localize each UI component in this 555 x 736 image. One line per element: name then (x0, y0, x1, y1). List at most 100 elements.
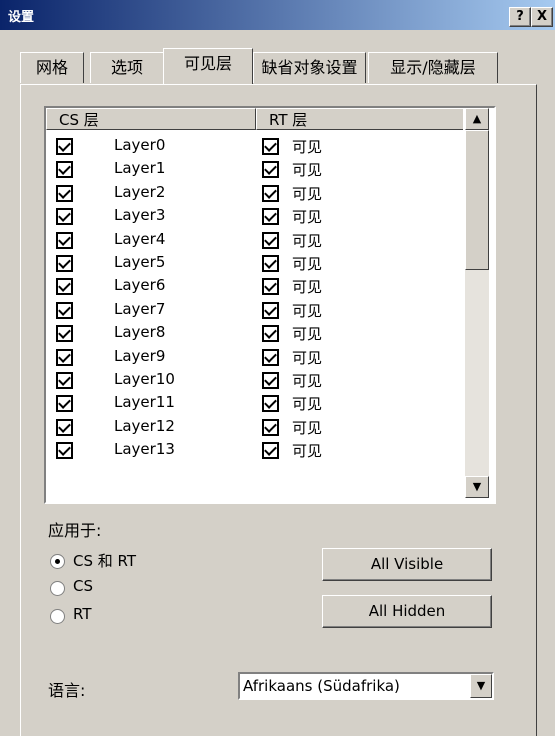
rt-checkbox[interactable] (262, 301, 279, 319)
vertical-scrollbar[interactable]: ▲ ▼ (465, 108, 489, 498)
rt-visibility: 可见 (292, 161, 323, 180)
layer-row[interactable]: Layer11 可见 (46, 392, 463, 415)
cs-checkbox[interactable] (56, 301, 73, 319)
rt-checkbox[interactable] (262, 161, 279, 179)
cs-checkbox[interactable] (56, 254, 73, 272)
cs-checkbox[interactable] (56, 348, 73, 366)
rt-checkbox[interactable] (262, 138, 279, 155)
apply-to-label: 应用于: (48, 521, 102, 540)
layer-row[interactable]: Layer6 可见 (46, 275, 463, 298)
tab-show-hide-layers[interactable]: 显示/隐藏层 (368, 52, 498, 83)
layer-name: Layer13 (114, 440, 175, 459)
rt-visibility: 可见 (292, 442, 323, 461)
layer-row[interactable]: Layer3 可见 (46, 205, 463, 228)
layer-name: Layer4 (114, 229, 166, 248)
tab-visible-layers[interactable]: 可见层 (163, 48, 253, 84)
cs-checkbox[interactable] (56, 161, 73, 179)
layer-row[interactable]: Layer5 可见 (46, 252, 463, 275)
window-title: 设置 (8, 10, 35, 25)
rt-visibility: 可见 (292, 325, 323, 344)
rt-visibility: 可见 (292, 301, 323, 320)
cs-checkbox[interactable] (56, 138, 73, 155)
rt-checkbox[interactable] (262, 325, 279, 343)
layer-row[interactable]: Layer2 可见 (46, 182, 463, 205)
layer-name: Layer3 (114, 206, 166, 225)
rt-checkbox[interactable] (262, 395, 279, 413)
radio-cs-and-rt[interactable] (50, 554, 65, 569)
layer-name: Layer11 (114, 393, 175, 412)
column-header-rt[interactable]: RT 层 (256, 108, 463, 130)
rt-visibility: 可见 (292, 348, 323, 367)
rt-visibility: 可见 (292, 418, 323, 437)
rt-checkbox[interactable] (262, 184, 279, 202)
radio-cs[interactable] (50, 581, 65, 596)
radio-rt[interactable] (50, 609, 65, 624)
layer-name: Layer2 (114, 182, 166, 201)
cs-checkbox[interactable] (56, 278, 73, 296)
rt-visibility: 可见 (292, 184, 323, 203)
rt-visibility: 可见 (292, 278, 323, 297)
rt-visibility: 可见 (292, 395, 323, 414)
tab-default-object-settings[interactable]: 缺省对象设置 (253, 52, 366, 83)
tab-grid[interactable]: 网格 (20, 52, 84, 83)
radio-label-cs-and-rt: CS 和 RT (73, 552, 137, 570)
layer-row[interactable]: Layer13 可见 (46, 439, 463, 462)
help-button[interactable]: ? (509, 7, 531, 27)
layer-row[interactable]: Layer9 可见 (46, 346, 463, 369)
cs-checkbox[interactable] (56, 418, 73, 436)
rt-checkbox[interactable] (262, 348, 279, 366)
all-visible-button[interactable]: All Visible (322, 548, 492, 581)
close-button[interactable]: X (531, 7, 553, 27)
scroll-up-icon[interactable]: ▲ (465, 108, 489, 130)
cs-checkbox[interactable] (56, 442, 73, 460)
rt-checkbox[interactable] (262, 371, 279, 389)
language-select[interactable]: Afrikaans (Südafrika) ▼ (238, 672, 494, 700)
cs-checkbox[interactable] (56, 371, 73, 389)
layer-name: Layer0 (114, 136, 166, 154)
layer-row[interactable]: Layer7 可见 (46, 299, 463, 322)
layer-row[interactable]: Layer12 可见 (46, 416, 463, 439)
all-hidden-button[interactable]: All Hidden (322, 595, 492, 628)
dropdown-arrow-icon[interactable]: ▼ (470, 674, 492, 698)
rt-visibility: 可见 (292, 138, 323, 156)
rt-checkbox[interactable] (262, 418, 279, 436)
layer-row[interactable]: Layer10 可见 (46, 369, 463, 392)
layer-row[interactable]: Layer8 可见 (46, 322, 463, 345)
layer-row[interactable]: Layer4 可见 (46, 229, 463, 252)
rt-visibility: 可见 (292, 231, 323, 250)
cs-checkbox[interactable] (56, 184, 73, 202)
settings-dialog: 设置 ? X 网格 选项 可见层 缺省对象设置 显示/隐藏层 CS 层 RT 层… (0, 0, 555, 736)
rt-checkbox[interactable] (262, 231, 279, 249)
tab-options[interactable]: 选项 (90, 52, 164, 83)
rt-visibility: 可见 (292, 208, 323, 227)
rt-checkbox[interactable] (262, 442, 279, 460)
language-label: 语言: (48, 681, 86, 700)
layer-name: Layer1 (114, 159, 166, 178)
layer-name: Layer5 (114, 252, 166, 271)
layer-row[interactable]: Layer1 可见 (46, 158, 463, 181)
rt-checkbox[interactable] (262, 208, 279, 226)
cs-checkbox[interactable] (56, 208, 73, 226)
layer-list[interactable]: CS 层 RT 层 Layer0 可见 Layer1 可见 Layer2 可见 Lay… (44, 106, 496, 504)
rt-visibility: 可见 (292, 371, 323, 390)
rt-visibility: 可见 (292, 254, 323, 273)
cs-checkbox[interactable] (56, 395, 73, 413)
layer-name: Layer9 (114, 346, 166, 365)
scroll-down-icon[interactable]: ▼ (465, 476, 489, 498)
layer-rows: Layer0 可见 Layer1 可见 Layer2 可见 Layer3 可见 Laye… (46, 135, 463, 462)
title-bar[interactable]: 设置 ? X (0, 0, 555, 30)
cs-checkbox[interactable] (56, 231, 73, 249)
layer-name: Layer12 (114, 416, 175, 435)
radio-label-rt: RT (73, 605, 92, 623)
scroll-thumb[interactable] (465, 130, 489, 270)
rt-checkbox[interactable] (262, 278, 279, 296)
radio-label-cs: CS (73, 577, 93, 595)
language-value: Afrikaans (Südafrika) (243, 677, 400, 695)
layer-name: Layer7 (114, 299, 166, 318)
column-header-cs[interactable]: CS 层 (46, 108, 256, 130)
layer-name: Layer6 (114, 276, 166, 295)
rt-checkbox[interactable] (262, 254, 279, 272)
layer-row[interactable]: Layer0 可见 (46, 135, 463, 158)
layer-name: Layer8 (114, 323, 166, 342)
cs-checkbox[interactable] (56, 325, 73, 343)
